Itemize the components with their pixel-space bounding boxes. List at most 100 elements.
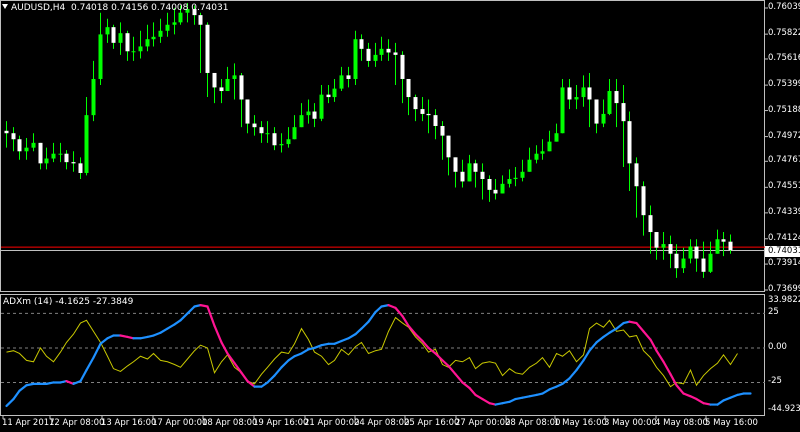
candle-body (138, 46, 143, 52)
adx-line-segment (5, 397, 15, 408)
price-tick-label: 0.73914 (768, 258, 800, 269)
candle-body (400, 54, 405, 79)
price-tick-label: 0.74339 (768, 206, 800, 217)
adx-line-segment (461, 381, 471, 390)
adx-line-segment (166, 323, 176, 330)
time-tick-label: 27 Apr 00:00 (455, 418, 511, 428)
time-tick-label: 19 Apr 16:00 (253, 418, 309, 428)
adx-line-segment (669, 373, 678, 387)
candle-body (701, 258, 706, 272)
candle-body (91, 78, 96, 116)
candle-body (406, 78, 411, 98)
indicator-tick-label: 25 (768, 307, 779, 318)
candle-body (661, 244, 666, 248)
candle-body (440, 125, 445, 136)
adx-line-segment (541, 388, 551, 395)
candle-body (654, 232, 659, 248)
chart-header: AUDUSD,H4 0.74018 0.74156 0.74008 0.7403… (2, 3, 228, 13)
adx-line-segment (561, 377, 571, 385)
candle-body (265, 133, 270, 135)
adx-line-segment (729, 393, 739, 399)
time-tick-label: 4 May 08:00 (655, 418, 708, 428)
candle-body (24, 147, 29, 152)
candle-body (668, 244, 673, 254)
candle-body (721, 239, 726, 242)
candle-body (527, 159, 532, 172)
candle-body (359, 39, 364, 49)
adx-line-segment (340, 337, 350, 343)
candle-body (259, 127, 264, 134)
time-tick-label: 1 May 16:00 (554, 418, 607, 428)
candle-body (286, 139, 291, 145)
candle-body (694, 246, 699, 259)
candle-body (560, 87, 565, 134)
candle-body (621, 103, 626, 122)
adx-line-segment (481, 397, 491, 405)
dropdown-triangle-icon[interactable] (2, 4, 8, 9)
price-tick-label: 0.75822 (768, 28, 800, 39)
price-tick-label: 0.74972 (768, 130, 800, 141)
candle-body (239, 75, 244, 100)
candle-body (554, 133, 559, 142)
adx-line-segment (682, 392, 692, 398)
candle-body (648, 215, 653, 233)
adx-line-segment (649, 338, 658, 352)
price-tick-label: 0.74767 (768, 155, 800, 166)
candle-body (252, 123, 257, 128)
candle-body (131, 51, 136, 53)
price-tick-label: 0.76039 (768, 2, 800, 12)
indicator-name: ADXm (14) (3, 297, 53, 307)
adx-line-segment (447, 364, 457, 376)
signal-line (6, 316, 738, 388)
indicator-header: ADXm (14) -4.1625 -27.3849 (3, 297, 133, 307)
time-tick-label: 3 May 00:00 (604, 418, 657, 428)
indicator-tick-label: -25 (768, 376, 782, 387)
candle-body (178, 12, 183, 23)
current-price-tag: 0.74031 (765, 246, 800, 257)
adx-line-segment (206, 305, 216, 327)
adx-line-segment (588, 341, 598, 352)
adx-line-segment (333, 339, 343, 345)
candle-body (460, 171, 465, 182)
chart-canvas[interactable] (0, 0, 800, 432)
candle-body (111, 27, 116, 43)
adx-line-segment (79, 368, 88, 383)
candle-body (393, 52, 398, 55)
adx-line-segment (427, 346, 437, 355)
candle-body (319, 94, 324, 119)
indicator-tick-label: 33.9822 (768, 295, 800, 305)
adx-line-segment (675, 384, 685, 395)
candle-body (373, 54, 378, 61)
time-tick-label: 24 Apr 08:00 (354, 418, 410, 428)
adx-line-segment (608, 327, 618, 334)
adx-line-segment (85, 356, 95, 372)
adx-line-segment (575, 359, 585, 372)
candle-body (98, 34, 103, 79)
adx-line-segment (280, 359, 290, 369)
time-tick-label: 13 Apr 16:00 (101, 418, 157, 428)
adx-line-segment (354, 327, 363, 336)
candle-body (574, 97, 579, 100)
time-tick-label: 5 May 16:00 (705, 418, 758, 428)
candle-body (219, 87, 224, 92)
candle-body (172, 22, 177, 25)
candle-body (272, 133, 277, 146)
candle-body (641, 186, 646, 216)
symbol-label: AUDUSD,H4 (11, 3, 66, 13)
candle-body (4, 130, 9, 134)
candle-body (151, 36, 156, 40)
candle-body (145, 39, 150, 47)
adx-line-segment (595, 335, 605, 344)
adx-line-segment (266, 374, 276, 384)
candle-body (634, 163, 639, 187)
candle-body (353, 39, 358, 79)
indicator-tick-label: -44.9231 (768, 404, 800, 414)
adx-line-segment (179, 312, 189, 322)
candle-body (426, 113, 431, 116)
adx-line-segment (65, 379, 75, 385)
candle-body (433, 115, 438, 126)
candle-body (627, 121, 632, 164)
candle-body (540, 151, 545, 154)
indicator-pane-frame (0, 294, 765, 416)
candle-body (292, 127, 297, 140)
